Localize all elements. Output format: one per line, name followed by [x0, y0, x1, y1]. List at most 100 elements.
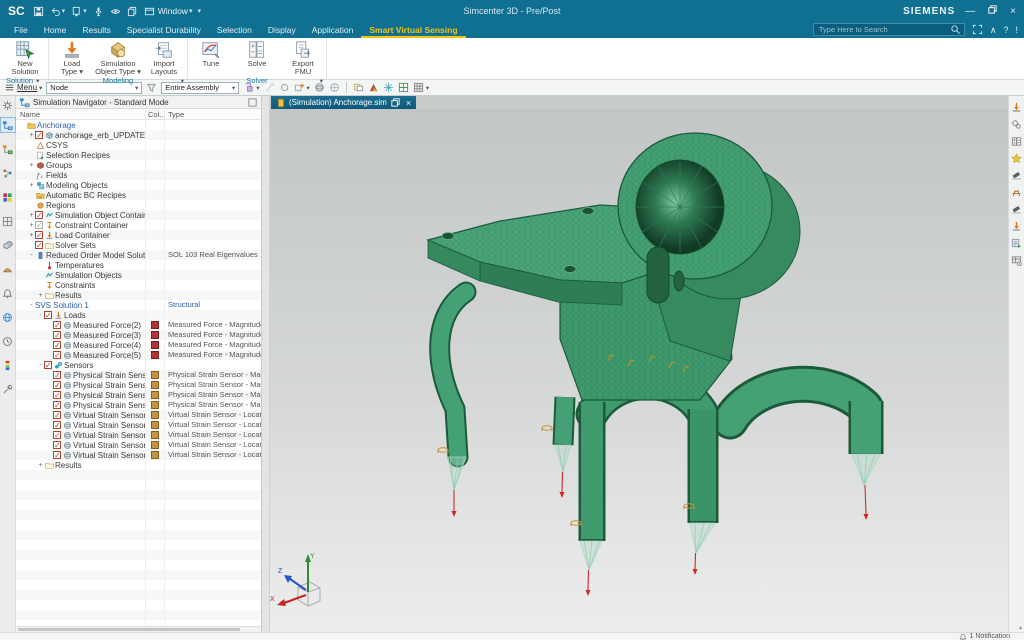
newsol-icon[interactable] [1010, 236, 1024, 250]
tree-row-measured-force-3[interactable]: ✓Measured Force(3)Measured Force - Magni… [16, 330, 261, 340]
checkbox[interactable]: ✓ [53, 431, 61, 439]
model-canvas[interactable]: Y Z X [270, 109, 1008, 632]
expander[interactable]: - [37, 312, 44, 319]
tab-results[interactable]: Results [74, 23, 118, 38]
view-icon[interactable] [110, 6, 121, 17]
tab-display[interactable]: Display [260, 23, 304, 38]
navlink-icon[interactable] [1, 166, 15, 180]
tab-file[interactable]: File [6, 23, 36, 38]
color-swatch[interactable] [151, 321, 159, 329]
tree-row-load-container[interactable]: +✓Load Container [16, 230, 261, 240]
checkbox[interactable]: ✓ [53, 381, 61, 389]
shell-icon[interactable] [1, 262, 15, 276]
gear-icon[interactable] [1, 98, 15, 112]
color-swatch[interactable] [151, 341, 159, 349]
checkbox[interactable]: ✓ [44, 361, 52, 369]
tree-row-physical-strain-sensor[interactable]: ✓Physical Strain Sensor...Physical Strai… [16, 390, 261, 400]
tree-row-virtual-strain-sensor-8[interactable]: ✓Virtual Strain Sensor(8)Virtual Strain … [16, 440, 261, 450]
tree-row-fields[interactable]: fxFields [16, 170, 261, 180]
gears-icon[interactable] [1010, 117, 1024, 131]
toolbar-overflow-icon[interactable]: ▴ [1019, 624, 1022, 631]
checkbox[interactable]: ✓ [53, 401, 61, 409]
tab-application[interactable]: Application [304, 23, 362, 38]
layout-icon[interactable] [353, 82, 364, 93]
import-layouts-button[interactable]: Import Layouts [141, 39, 187, 76]
tree-row-temperatures[interactable]: Temperatures [16, 260, 261, 270]
expander[interactable]: + [28, 212, 35, 219]
globe-icon[interactable] [1, 310, 15, 324]
new-solution-button[interactable]: New Solution [2, 39, 48, 76]
color-swatch[interactable] [151, 431, 159, 439]
tab-home[interactable]: Home [36, 23, 75, 38]
tree-row-physical-strain-sensor[interactable]: ✓Physical Strain Sensor...Physical Strai… [16, 380, 261, 390]
navigator-hscrollbar[interactable] [16, 626, 261, 632]
checkbox[interactable]: ✓ [35, 211, 43, 219]
tree-row-svs-solution-1[interactable]: -SVS Solution 1Structural [16, 300, 261, 310]
collapse-ribbon-icon[interactable]: ∧ [990, 25, 997, 35]
tree-row-anchorage-erb-updated-c[interactable]: +✓anchorage_erb_UPDATED_C... [16, 130, 261, 140]
meshstar-icon[interactable] [383, 82, 394, 93]
tree-row-solver-sets[interactable]: ✓Solver Sets [16, 240, 261, 250]
tree-row-simulation-objects[interactable]: Simulation Objects [16, 270, 261, 280]
panel-divider[interactable] [262, 96, 270, 632]
tab-smart-virtual-sensing[interactable]: Smart Virtual Sensing [361, 23, 465, 38]
expander[interactable]: + [37, 462, 44, 469]
color-swatch[interactable] [151, 441, 159, 449]
color-swatch[interactable] [151, 371, 159, 379]
color-swatch[interactable] [151, 451, 159, 459]
load-icon[interactable] [1010, 100, 1024, 114]
group-dropdown-icon[interactable]: ▾ [320, 77, 323, 85]
tree-row-regions[interactable]: Regions [16, 200, 261, 210]
close-tab-icon[interactable]: × [406, 98, 411, 108]
export-fmu-button[interactable]: Export FMU [280, 39, 326, 76]
expander[interactable]: - [28, 252, 35, 259]
microphone-icon[interactable] [93, 6, 104, 17]
checkbox[interactable]: ✓ [53, 451, 61, 459]
tree-row-loads[interactable]: -✓Loads [16, 310, 261, 320]
expander[interactable]: + [28, 232, 35, 239]
restore-button[interactable] [987, 4, 998, 18]
expander[interactable]: + [28, 162, 35, 169]
tree-row-virtual-strain-sensor-6[interactable]: ✓Virtual Strain Sensor(6)Virtual Strain … [16, 420, 261, 430]
bell-icon[interactable] [1, 286, 15, 300]
tools-icon[interactable] [1, 382, 15, 396]
tree-row-measured-force-2[interactable]: ✓Measured Force(2)Measured Force - Magni… [16, 320, 261, 330]
help-icon[interactable]: ? [1003, 25, 1008, 35]
tree-row-modeling-objects[interactable]: +Modeling Objects [16, 180, 261, 190]
window-menu[interactable]: Window▾▾ [144, 6, 201, 17]
tree-row-physical-strain-sensor[interactable]: ✓Physical Strain Sensor...Physical Strai… [16, 370, 261, 380]
solvebox-icon[interactable] [1010, 134, 1024, 148]
tree-row-physical-strain-sensor[interactable]: ✓Physical Strain Sensor...Physical Strai… [16, 400, 261, 410]
checkbox[interactable]: ✓ [53, 391, 61, 399]
color-swatch[interactable] [151, 401, 159, 409]
load-icon[interactable] [1010, 219, 1024, 233]
checkbox[interactable]: ✓ [53, 421, 61, 429]
clock-icon[interactable] [1, 334, 15, 348]
search-input[interactable] [817, 24, 950, 35]
tree-row-constraint-container[interactable]: +✓Constraint Container [16, 220, 261, 230]
tab-selection[interactable]: Selection [209, 23, 260, 38]
navpost-icon[interactable] [1, 142, 15, 156]
notification-text[interactable]: 1 Notification [970, 633, 1010, 640]
tree-row-virtual-strain-sensor-9[interactable]: ✓Virtual Strain Sensor(9)Virtual Strain … [16, 450, 261, 460]
tree-row-results[interactable]: +Results [16, 460, 261, 470]
tree-row-measured-force-5[interactable]: ✓Measured Force(5)Measured Force - Magni… [16, 350, 261, 360]
expander[interactable]: - [37, 362, 44, 369]
tune-button[interactable]: Tune [188, 39, 234, 68]
expander[interactable]: + [28, 222, 35, 229]
tree-row-constraints[interactable]: Constraints [16, 280, 261, 290]
checkbox[interactable]: ✓ [35, 221, 43, 229]
checkbox[interactable]: ✓ [35, 241, 43, 249]
tab-specialist-durability[interactable]: Specialist Durability [119, 23, 209, 38]
tricolor-icon[interactable] [368, 82, 379, 93]
eraser-icon[interactable] [1010, 202, 1024, 216]
column-color[interactable]: Col... [146, 110, 165, 119]
menu-button[interactable]: Menu▾ [4, 82, 42, 93]
grid4-icon[interactable] [398, 82, 409, 93]
minimize-button[interactable]: — [965, 6, 975, 17]
tree-row-selection-recipes[interactable]: Selection Recipes [16, 150, 261, 160]
colorgrid-icon[interactable] [1, 190, 15, 204]
tree-row-anchorage[interactable]: Anchorage [16, 120, 261, 130]
expander[interactable]: + [37, 292, 44, 299]
tree-row-csys[interactable]: CSYS [16, 140, 261, 150]
